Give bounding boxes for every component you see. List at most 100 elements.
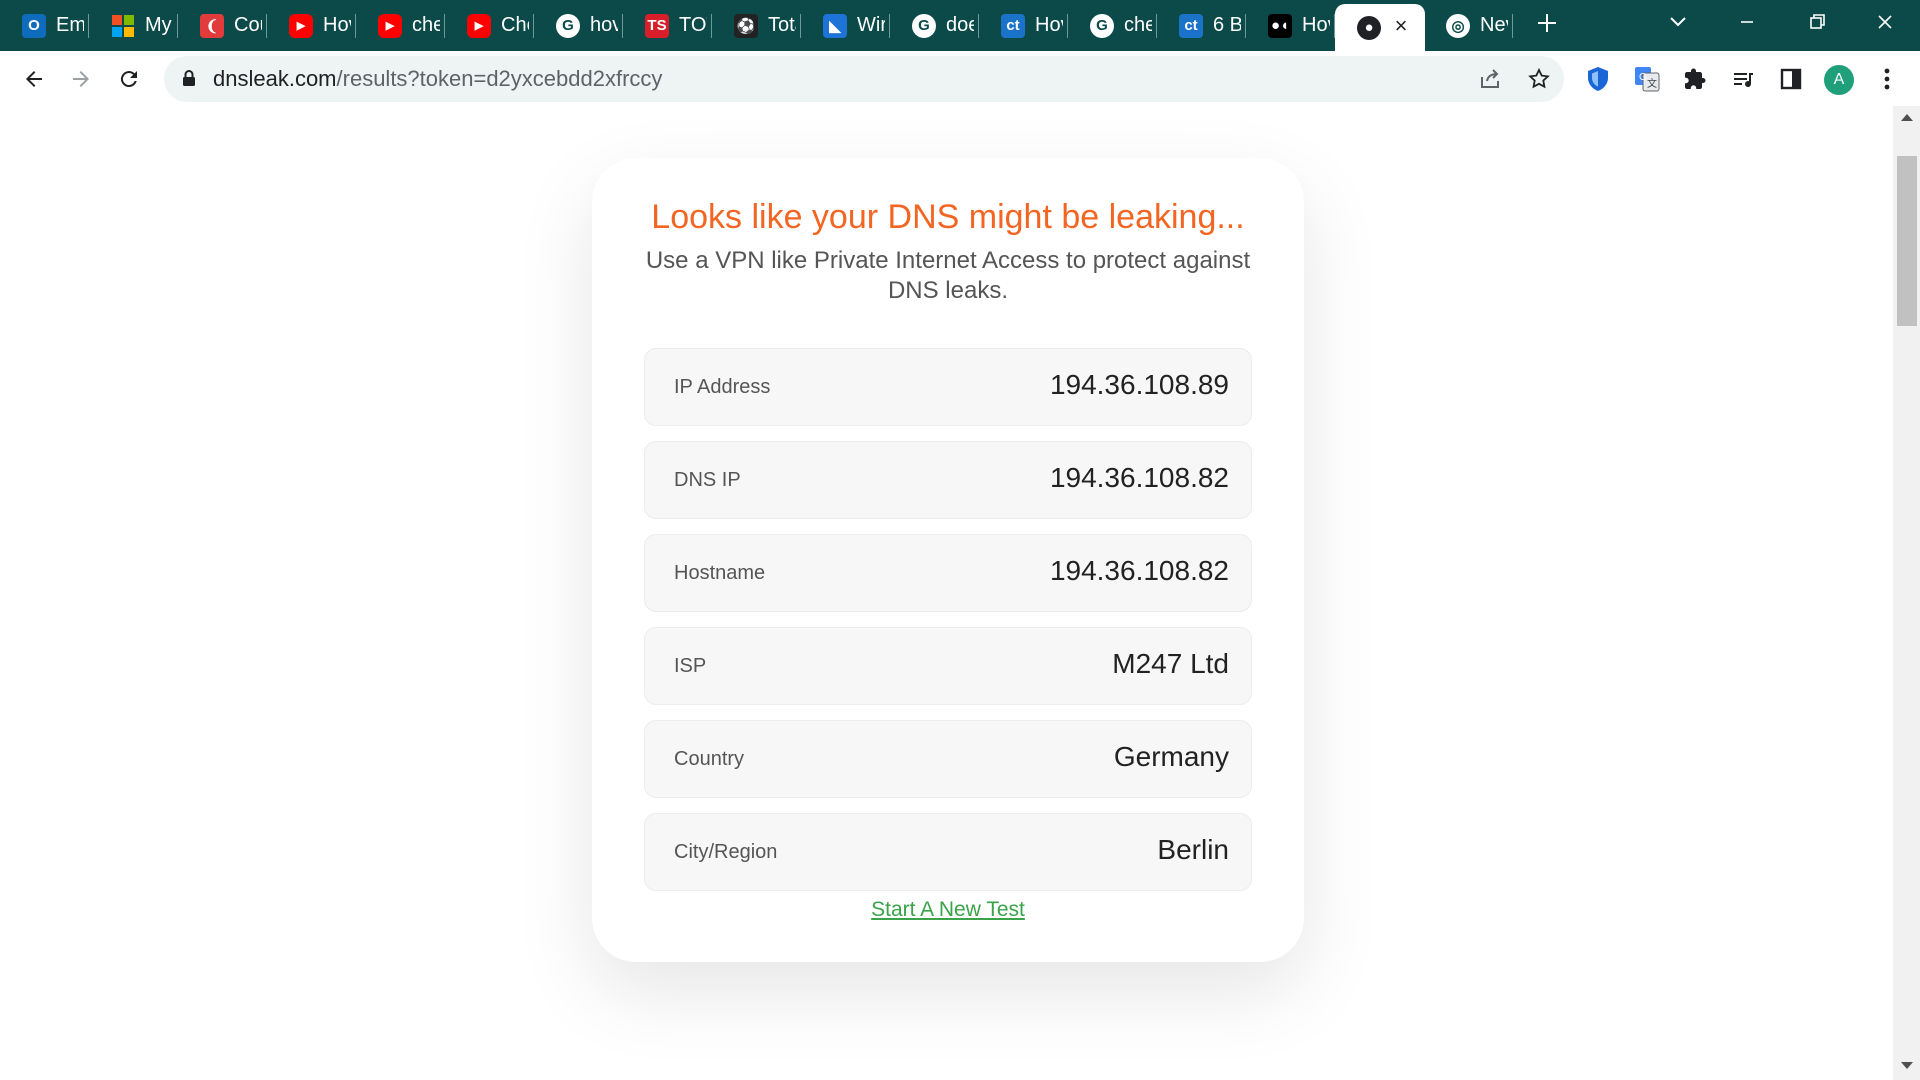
youtube-icon: ▶ (289, 13, 313, 38)
result-row: ISP M247 Ltd (644, 627, 1252, 705)
scrollbar-thumb[interactable] (1897, 156, 1917, 326)
bookmark-button[interactable] (1525, 65, 1553, 93)
wing-icon: ◣ (823, 13, 847, 38)
tab-title: che (1124, 14, 1152, 36)
ts-icon: TS (645, 13, 669, 38)
reload-icon (120, 71, 137, 88)
tab-title: Hov (1302, 14, 1330, 36)
google-icon: G (556, 13, 580, 38)
new-tab-button[interactable] (1530, 10, 1564, 42)
result-value: M247 Ltd (1112, 648, 1229, 679)
arrow-right-icon (73, 71, 89, 87)
scroll-up-arrow-icon[interactable] (1901, 114, 1913, 121)
tab-microsoft[interactable]: My (89, 0, 178, 51)
side-panel-button[interactable] (1775, 63, 1807, 95)
scroll-down-arrow-icon[interactable] (1901, 1062, 1913, 1069)
results-card: Looks like your DNS might be leaking... … (592, 158, 1304, 962)
soccer-ball-icon: ⚽ (734, 13, 758, 38)
page-viewport: Looks like your DNS might be leaking... … (0, 106, 1893, 1080)
tab-close-icon[interactable]: × (1391, 15, 1411, 37)
minimize-button[interactable] (1714, 0, 1780, 44)
forward-button[interactable] (63, 61, 99, 97)
browser-window: OEmaMy❨Cou▶Hov▶che▶CheGhovTSTOT⚽Tota◣Wir… (0, 0, 1920, 1080)
tab-soccer[interactable]: ⚽ Tota (712, 0, 801, 51)
tab-medium[interactable]: ●◖ Hov (1246, 0, 1335, 51)
tab-ct-2[interactable]: ct 6 B (1157, 0, 1246, 51)
restore-button[interactable] (1784, 0, 1850, 44)
result-value: 194.36.108.89 (1049, 369, 1229, 400)
result-value: 194.36.108.82 (1049, 555, 1229, 586)
profile-avatar[interactable]: A (1824, 65, 1854, 95)
tab-title: che (412, 14, 440, 36)
tab-google-3[interactable]: Gche (1068, 0, 1157, 51)
tab-chrome-newtab[interactable]: ◎ Nev (1424, 0, 1513, 51)
tab-youtube-1[interactable]: ▶ Hov (267, 0, 356, 51)
tab-outlook[interactable]: O Ema (0, 0, 89, 51)
url-path: /results?token=d2yxcebdd2xfrccy (336, 66, 663, 91)
result-row: DNS IP 194.36.108.82 (644, 441, 1252, 519)
result-value: Berlin (1157, 834, 1229, 865)
url-text: dnsleak.com/results?token=d2yxcebdd2xfrc… (213, 66, 662, 92)
microsoft-icon (111, 14, 135, 38)
tab-title: doe (946, 14, 974, 36)
close-window-button[interactable] (1852, 0, 1918, 44)
media-controls-button[interactable] (1727, 63, 1759, 95)
vpn-extension-button[interactable] (1582, 63, 1614, 95)
back-button[interactable] (16, 61, 52, 97)
result-row: City/Region Berlin (644, 813, 1252, 891)
result-label: Country (674, 748, 745, 770)
tab-title: Ema (56, 14, 84, 36)
start-new-test-link[interactable]: Start A New Test (592, 898, 1304, 922)
youtube-icon: ▶ (378, 13, 402, 38)
tab-coursera[interactable]: ❨ Cou (178, 0, 267, 51)
tab-search-button[interactable] (1645, 0, 1711, 44)
tab-title: Tota (768, 14, 796, 36)
browser-menu-button[interactable] (1871, 63, 1903, 95)
leak-warning-heading: Looks like your DNS might be leaking... (651, 198, 1245, 236)
ct-icon: ct (1179, 13, 1203, 38)
arrow-left-icon (26, 71, 42, 87)
puzzle-piece-icon (1685, 68, 1706, 89)
tab-title: Cou (234, 14, 262, 36)
tab-wing[interactable]: ◣ Wir (801, 0, 890, 51)
tab-dnsleak[interactable]: ● × (1335, 4, 1425, 51)
medium-icon: ●◖ (1268, 13, 1292, 38)
share-icon (1481, 69, 1499, 88)
tab-ct-1[interactable]: ct Hov (979, 0, 1068, 51)
tab-title: hov (590, 14, 618, 36)
result-label: City/Region (674, 841, 778, 863)
close-icon (1878, 15, 1892, 29)
result-label: ISP (674, 655, 707, 677)
vpn-recommendation-text: Use a VPN like Private Internet Access t… (645, 247, 1251, 304)
result-row: Country Germany (644, 720, 1252, 798)
browser-toolbar: dnsleak.com/results?token=d2yxcebdd2xfrc… (0, 51, 1920, 106)
url-host: dnsleak.com (213, 66, 337, 91)
extensions-button[interactable] (1679, 63, 1711, 95)
address-bar[interactable]: dnsleak.com/results?token=d2yxcebdd2xfrc… (164, 56, 1564, 102)
reload-button[interactable] (111, 61, 147, 97)
red-ribbon-icon: ❨ (200, 13, 224, 38)
tab-title: Hov (1035, 14, 1063, 36)
google-translate-icon: G文 (1635, 67, 1660, 92)
tab-ts[interactable]: TS TOT (623, 0, 712, 51)
tab-title: Che (501, 14, 529, 36)
shield-icon (1588, 67, 1608, 91)
google-icon: G (912, 13, 936, 38)
chevron-down-icon (1670, 17, 1686, 27)
kebab-menu-icon (1884, 68, 1890, 90)
tab-youtube-2[interactable]: ▶ che (356, 0, 445, 51)
share-button[interactable] (1476, 65, 1504, 93)
tab-google-2[interactable]: Gdoe (890, 0, 979, 51)
tab-youtube-3[interactable]: ▶ Che (445, 0, 534, 51)
youtube-icon: ▶ (467, 13, 491, 38)
vertical-scrollbar[interactable] (1893, 106, 1920, 1080)
tab-title: Nev (1480, 14, 1508, 36)
translate-extension-button[interactable]: G文 (1631, 63, 1663, 95)
result-row: Hostname 194.36.108.82 (644, 534, 1252, 612)
tab-google-1[interactable]: Ghov (534, 0, 623, 51)
globe-icon: ● (1357, 15, 1381, 40)
tab-separator (1512, 14, 1513, 38)
playlist-icon (1734, 73, 1753, 88)
star-icon (1528, 67, 1550, 89)
tab-title: TOT (679, 14, 707, 36)
